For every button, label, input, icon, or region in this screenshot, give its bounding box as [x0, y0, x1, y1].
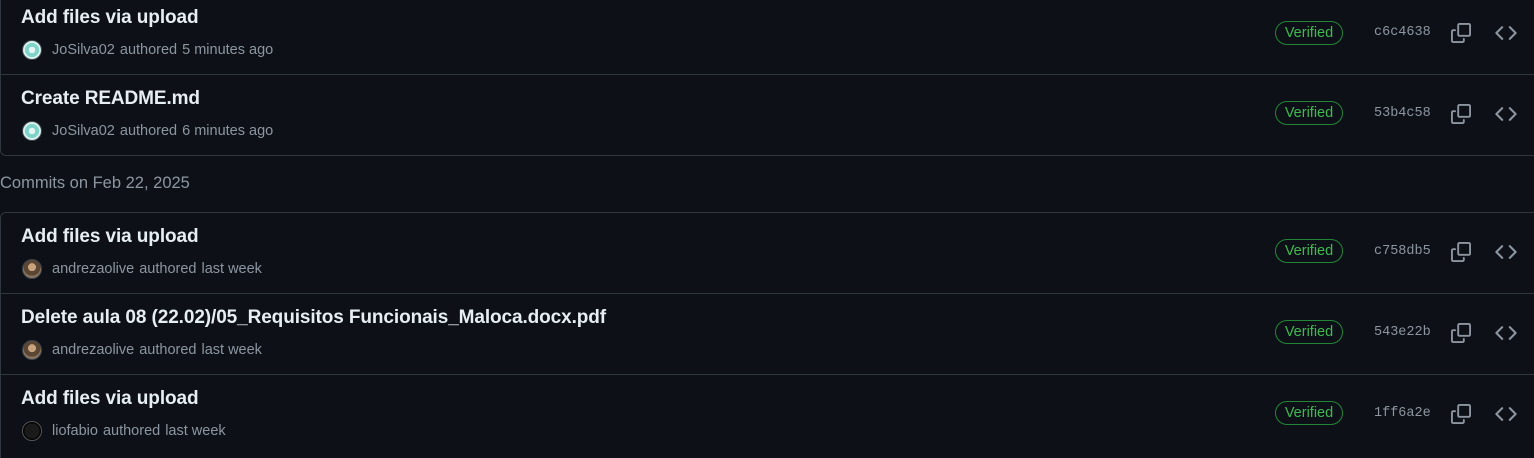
commit-meta: JoSilva02 authored 5 minutes ago: [22, 39, 273, 61]
verified-badge[interactable]: Verified: [1275, 21, 1343, 45]
commit-message-link[interactable]: Add files via upload: [21, 7, 199, 29]
browse-repo-button[interactable]: [1494, 102, 1518, 126]
copy-sha-button[interactable]: [1449, 321, 1473, 345]
browse-repo-button[interactable]: [1494, 321, 1518, 345]
commit-time: last week: [165, 423, 226, 439]
copy-icon: [1451, 23, 1471, 43]
commit-action: authored: [119, 123, 178, 139]
commit-meta: JoSilva02 authored 6 minutes ago: [22, 120, 273, 142]
copy-sha-button[interactable]: [1449, 21, 1473, 45]
copy-sha-button[interactable]: [1449, 402, 1473, 426]
commit-message-link[interactable]: Add files via upload: [21, 388, 199, 410]
commit-action: authored: [119, 42, 178, 58]
commit-row: Add files via upload JoSilva02 authored …: [1, 0, 1534, 75]
copy-icon: [1451, 104, 1471, 124]
copy-icon: [1451, 404, 1471, 424]
verified-badge[interactable]: Verified: [1275, 239, 1343, 263]
commit-group: Add files via upload andrezaolive author…: [0, 212, 1534, 458]
commit-time: last week: [201, 342, 262, 358]
commit-row: Create README.md JoSilva02 authored 6 mi…: [1, 75, 1534, 156]
code-icon: [1495, 407, 1517, 421]
code-icon: [1495, 326, 1517, 340]
commit-sha-link[interactable]: c6c4638: [1374, 25, 1431, 40]
avatar[interactable]: [22, 121, 42, 141]
commit-history: Add files via upload JoSilva02 authored …: [0, 0, 1534, 458]
browse-repo-button[interactable]: [1494, 402, 1518, 426]
code-icon: [1495, 107, 1517, 121]
avatar[interactable]: [22, 421, 42, 441]
author-link[interactable]: liofabio: [52, 423, 98, 439]
commit-message-link[interactable]: Add files via upload: [21, 226, 199, 248]
verified-badge[interactable]: Verified: [1275, 401, 1343, 425]
commits-date-header: Commits on Feb 22, 2025: [0, 174, 190, 192]
commit-action: authored: [139, 342, 197, 358]
commit-meta: andrezaolive authored last week: [22, 339, 262, 361]
browse-repo-button[interactable]: [1494, 21, 1518, 45]
commit-sha-link[interactable]: c758db5: [1374, 244, 1431, 259]
commit-action: authored: [139, 261, 197, 277]
commit-action: authored: [102, 423, 161, 439]
commit-message-link[interactable]: Create README.md: [21, 88, 200, 110]
browse-repo-button[interactable]: [1494, 240, 1518, 264]
commit-group: Add files via upload JoSilva02 authored …: [0, 0, 1534, 156]
commit-meta: andrezaolive authored last week: [22, 258, 262, 280]
copy-icon: [1451, 242, 1471, 262]
author-link[interactable]: JoSilva02: [52, 123, 115, 139]
code-icon: [1495, 245, 1517, 259]
commit-sha-link[interactable]: 543e22b: [1374, 325, 1431, 340]
avatar[interactable]: [22, 40, 42, 60]
commit-time: 5 minutes ago: [182, 42, 274, 58]
code-icon: [1495, 26, 1517, 40]
avatar[interactable]: [22, 340, 42, 360]
verified-badge[interactable]: Verified: [1275, 101, 1343, 125]
author-link[interactable]: JoSilva02: [52, 42, 115, 58]
commit-meta: liofabio authored last week: [22, 420, 226, 442]
commit-row: Add files via upload andrezaolive author…: [1, 213, 1534, 294]
commit-row: Delete aula 08 (22.02)/05_Requisitos Fun…: [1, 294, 1534, 375]
commit-sha-link[interactable]: 53b4c58: [1374, 106, 1431, 121]
copy-icon: [1451, 323, 1471, 343]
commit-time: 6 minutes ago: [182, 123, 274, 139]
author-link[interactable]: andrezaolive: [52, 261, 134, 277]
commit-message-link[interactable]: Delete aula 08 (22.02)/05_Requisitos Fun…: [21, 307, 606, 329]
verified-badge[interactable]: Verified: [1275, 320, 1343, 344]
commit-row: Add files via upload liofabio authored l…: [1, 375, 1534, 456]
commit-time: last week: [201, 261, 262, 277]
copy-sha-button[interactable]: [1449, 102, 1473, 126]
copy-sha-button[interactable]: [1449, 240, 1473, 264]
author-link[interactable]: andrezaolive: [52, 342, 134, 358]
commit-sha-link[interactable]: 1ff6a2e: [1374, 406, 1431, 421]
avatar[interactable]: [22, 259, 42, 279]
